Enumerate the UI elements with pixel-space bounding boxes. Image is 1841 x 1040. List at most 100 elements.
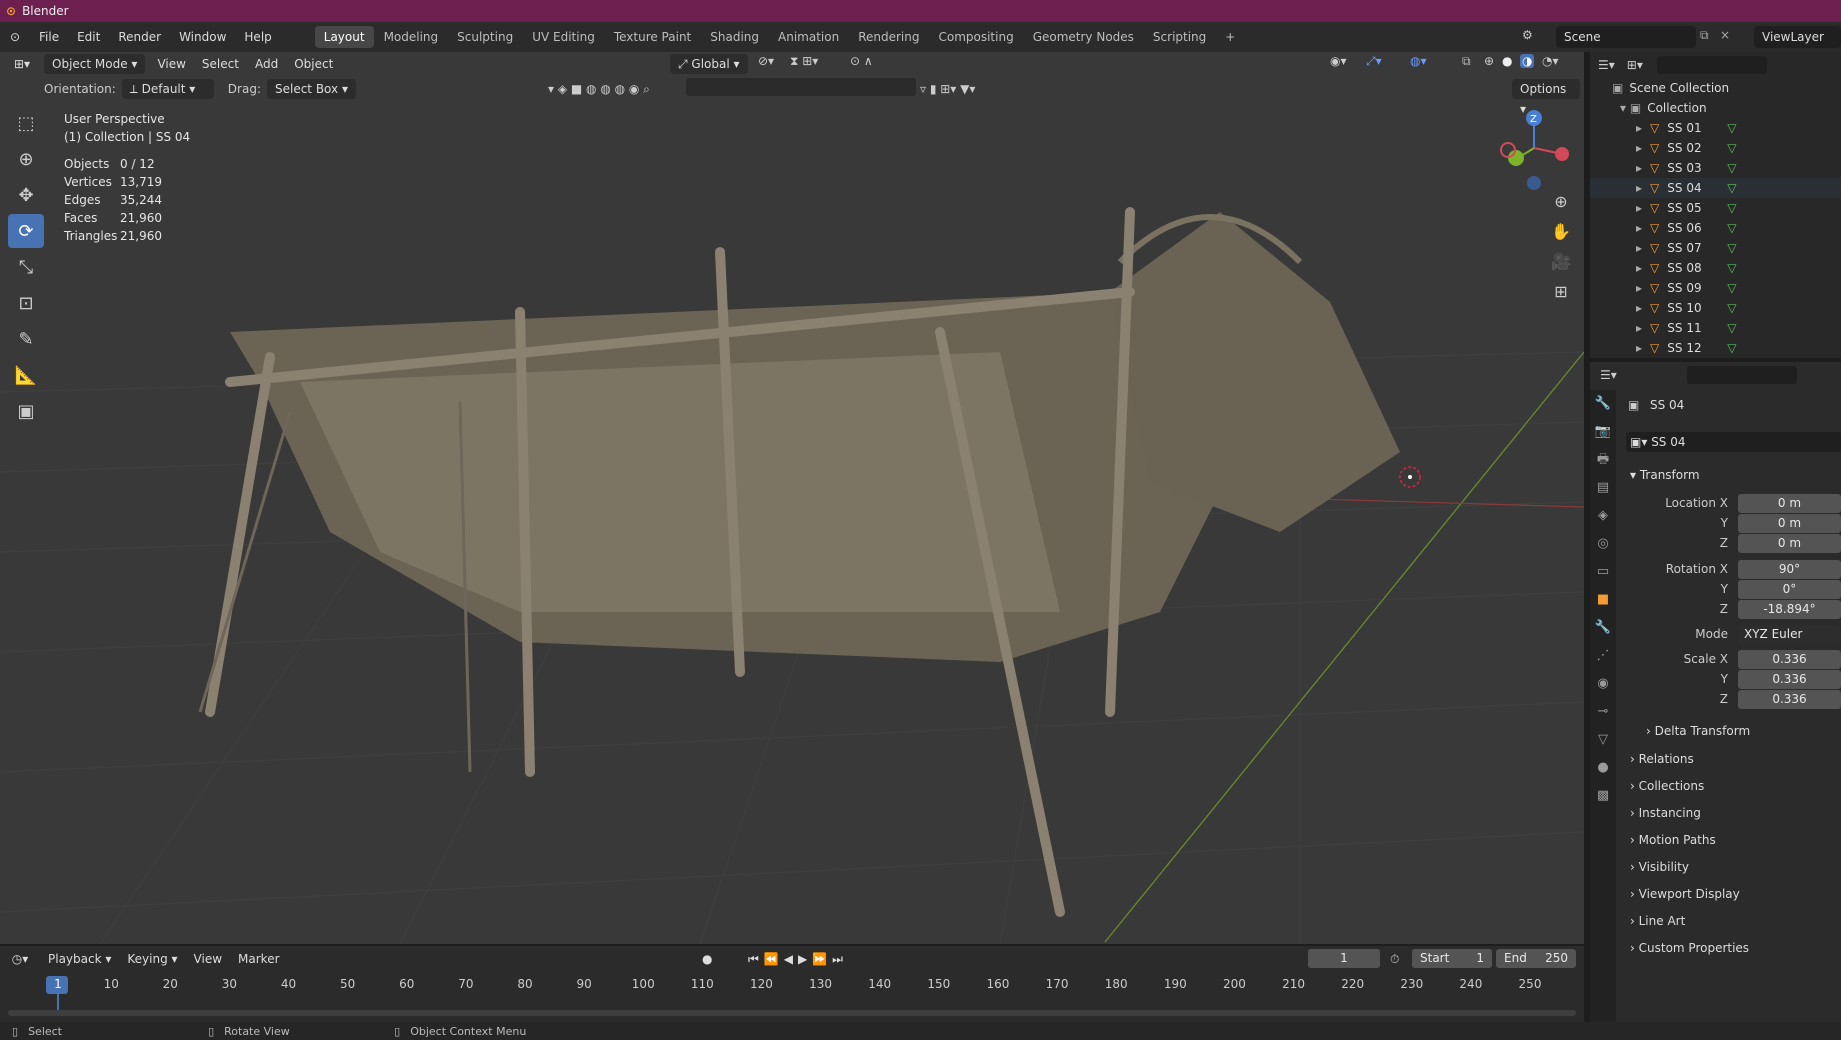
object-tab-icon[interactable]: ■: [1590, 586, 1616, 614]
navigation-gizmo[interactable]: Z: [1494, 108, 1574, 198]
outliner-item[interactable]: ▸ ▽ SS 05 ▽: [1590, 198, 1841, 218]
menu-help[interactable]: Help: [235, 25, 280, 49]
expand-arrow-icon[interactable]: ▸: [1636, 241, 1642, 255]
shading-rendered-icon[interactable]: ◔▾: [1542, 54, 1559, 68]
proportional-edit-icon[interactable]: ⊙ ∧: [850, 54, 873, 68]
rotation-z-field[interactable]: -18.894°: [1738, 600, 1841, 619]
properties-subpanel[interactable]: › Viewport Display: [1630, 883, 1740, 905]
shading-solid-icon[interactable]: ●: [1502, 54, 1512, 68]
output-tab-icon[interactable]: 🖶: [1590, 446, 1616, 474]
constraints-tab-icon[interactable]: ⊸: [1590, 698, 1616, 726]
world-tab-icon[interactable]: ◎: [1590, 530, 1616, 558]
timeline-editor-type-icon[interactable]: ◷▾: [0, 952, 40, 966]
mesh-data-icon[interactable]: ▽: [1727, 121, 1736, 135]
properties-search-input[interactable]: [1686, 366, 1797, 384]
measure-tool-icon[interactable]: 📐: [8, 358, 44, 392]
texture-tab-icon[interactable]: ▩: [1590, 782, 1616, 810]
visibility-icon[interactable]: ◉▾: [1330, 54, 1347, 68]
mesh-data-icon[interactable]: ▽: [1727, 141, 1736, 155]
scene-icon[interactable]: ⚙: [1522, 28, 1533, 42]
expand-arrow-icon[interactable]: ▸: [1636, 301, 1642, 315]
transform-orientation-dropdown[interactable]: ⤢ Global ▾: [670, 54, 748, 74]
expand-arrow-icon[interactable]: ▸: [1636, 341, 1642, 355]
camera-view-icon[interactable]: 🎥: [1548, 252, 1574, 282]
viewport-3d[interactable]: [0, 52, 1584, 944]
menu-view[interactable]: View: [149, 57, 193, 71]
timeline-scrollbar[interactable]: [8, 1010, 1576, 1016]
close-scene-icon[interactable]: ×: [1720, 28, 1730, 42]
tab-modeling[interactable]: Modeling: [375, 26, 448, 48]
pivot-icon[interactable]: ⊘▾: [758, 54, 774, 68]
properties-editor-icon[interactable]: ☰▾: [1600, 368, 1617, 382]
delta-transform-subpanel[interactable]: › Delta Transform: [1646, 720, 1750, 742]
mesh-data-icon[interactable]: ▽: [1727, 341, 1736, 355]
outliner-item[interactable]: ▸ ▽ SS 12 ▽: [1590, 338, 1841, 358]
rotation-y-field[interactable]: 0°: [1738, 580, 1841, 599]
tab-scripting[interactable]: Scripting: [1144, 26, 1215, 48]
preview-range-icon[interactable]: ⏱: [1390, 952, 1399, 967]
outliner-item[interactable]: ▸ ▽ SS 09 ▽: [1590, 278, 1841, 298]
start-frame-field[interactable]: Start 1: [1412, 949, 1492, 968]
render-tab-icon[interactable]: 📷: [1590, 418, 1616, 446]
editor-type-icon[interactable]: ⊞▾: [0, 57, 44, 71]
shading-material-icon[interactable]: ◑: [1520, 54, 1535, 68]
tab-sculpting[interactable]: Sculpting: [448, 26, 522, 48]
collection-tab-icon[interactable]: ▭: [1590, 558, 1616, 586]
object-name-field[interactable]: ▣▾ SS 04: [1626, 432, 1841, 452]
select-box-tool-icon[interactable]: ⬚: [8, 106, 44, 140]
scene-selector[interactable]: Scene: [1556, 26, 1696, 48]
location-z-field[interactable]: 0 m: [1738, 534, 1841, 553]
shading-wire-icon[interactable]: ⊕: [1484, 54, 1494, 68]
zoom-icon[interactable]: ⊕: [1548, 192, 1574, 222]
annotate-tool-icon[interactable]: ✎: [8, 322, 44, 356]
drag-dropdown[interactable]: Select Box ▾: [266, 79, 356, 99]
menu-select[interactable]: Select: [194, 57, 247, 71]
mode-selector[interactable]: Object Mode ▾: [44, 54, 146, 74]
menu-keying[interactable]: Keying ▾: [119, 952, 185, 966]
menu-edit[interactable]: Edit: [68, 25, 109, 49]
move-tool-icon[interactable]: ✥: [8, 178, 44, 212]
physics-tab-icon[interactable]: ◉: [1590, 670, 1616, 698]
outliner-search-input[interactable]: [1656, 56, 1767, 74]
playback-controls-icons[interactable]: ⏮⏪◀▶⏩⏭: [748, 952, 848, 967]
scale-tool-icon[interactable]: ⤡: [8, 250, 44, 284]
properties-subpanel[interactable]: › Line Art: [1630, 910, 1685, 932]
outliner-filter-icon[interactable]: ⊞▾: [1627, 58, 1643, 72]
tab-shading[interactable]: Shading: [701, 26, 768, 48]
menu-timeline-view[interactable]: View: [186, 952, 230, 966]
add-cube-tool-icon[interactable]: ▣: [8, 394, 44, 428]
ortho-toggle-icon[interactable]: ⊞: [1548, 282, 1574, 312]
tab-rendering[interactable]: Rendering: [849, 26, 928, 48]
expand-arrow-icon[interactable]: ▸: [1636, 181, 1642, 195]
xray-icon[interactable]: ⧉: [1462, 54, 1471, 69]
outliner-item[interactable]: ▸ ▽ SS 04 ▽: [1590, 178, 1841, 198]
location-x-field[interactable]: 0 m: [1738, 494, 1841, 513]
particles-tab-icon[interactable]: ⋰: [1590, 642, 1616, 670]
transform-tool-icon[interactable]: ⊡: [8, 286, 44, 320]
options-dropdown[interactable]: Options ▾: [1512, 79, 1580, 116]
scene-tab-icon[interactable]: ◈: [1590, 502, 1616, 530]
blender-menu-icon[interactable]: ⊙: [0, 30, 30, 44]
record-icon[interactable]: ●: [702, 952, 712, 966]
properties-subpanel[interactable]: › Instancing: [1630, 802, 1701, 824]
expand-arrow-icon[interactable]: ▸: [1636, 161, 1642, 175]
mesh-data-icon[interactable]: ▽: [1727, 301, 1736, 315]
location-y-field[interactable]: 0 m: [1738, 514, 1841, 533]
tool-tab-icon[interactable]: 🔧: [1590, 390, 1616, 418]
snap-icon[interactable]: ⧗ ⊞▾: [790, 54, 818, 69]
properties-subpanel[interactable]: › Visibility: [1630, 856, 1689, 878]
scale-x-field[interactable]: 0.336: [1738, 650, 1841, 669]
outliner-item[interactable]: ▸ ▽ SS 01 ▽: [1590, 118, 1841, 138]
gizmo-toggle-icon[interactable]: ⤢▾: [1366, 54, 1382, 69]
properties-subpanel[interactable]: › Relations: [1630, 748, 1694, 770]
expand-arrow-icon[interactable]: ▸: [1636, 201, 1642, 215]
menu-render[interactable]: Render: [109, 25, 170, 49]
mesh-data-icon[interactable]: ▽: [1727, 261, 1736, 275]
timeline-ruler[interactable]: 1 10 20 30 40 50 60 70 80 90 100 110 120 130 140 150 160…: [0, 976, 1584, 1020]
mesh-data-icon[interactable]: ▽: [1727, 221, 1736, 235]
material-tab-icon[interactable]: ●: [1590, 754, 1616, 782]
mesh-data-icon[interactable]: ▽: [1727, 161, 1736, 175]
mesh-data-icon[interactable]: ▽: [1727, 181, 1736, 195]
scale-y-field[interactable]: 0.336: [1738, 670, 1841, 689]
properties-subpanel[interactable]: › Custom Properties: [1630, 937, 1749, 959]
